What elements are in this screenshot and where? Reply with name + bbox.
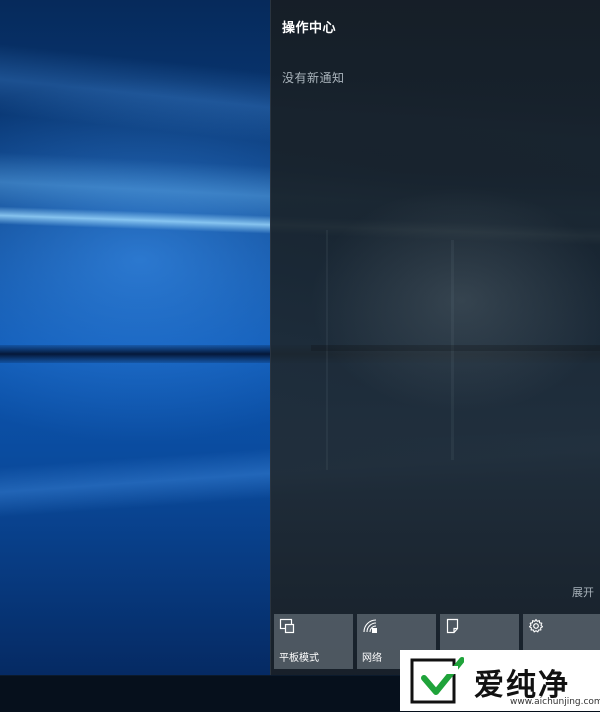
no-notifications-message: 没有新通知 bbox=[282, 71, 345, 85]
panel-background-reflection bbox=[311, 345, 600, 351]
settings-gear-icon bbox=[528, 618, 544, 633]
tile-label: 网络 bbox=[362, 653, 382, 664]
aichunjing-watermark: 爱纯净 www.aichunjing.com bbox=[400, 650, 600, 711]
expand-button[interactable]: 展开 bbox=[572, 584, 594, 600]
tile-label: 平板模式 bbox=[279, 653, 319, 664]
network-icon bbox=[363, 619, 377, 633]
tablet-mode-tile[interactable]: 平板模式 bbox=[274, 614, 353, 669]
action-center-title: 操作中心 bbox=[282, 21, 337, 36]
note-icon bbox=[446, 618, 459, 634]
tablet-mode-icon bbox=[279, 618, 295, 634]
action-center-panel: 操作中心 没有新通知 展开 平板模式 网络 bbox=[270, 0, 600, 675]
watermark-url: www.aichunjing.com bbox=[510, 697, 600, 707]
aichunjing-logo-icon bbox=[410, 657, 464, 704]
